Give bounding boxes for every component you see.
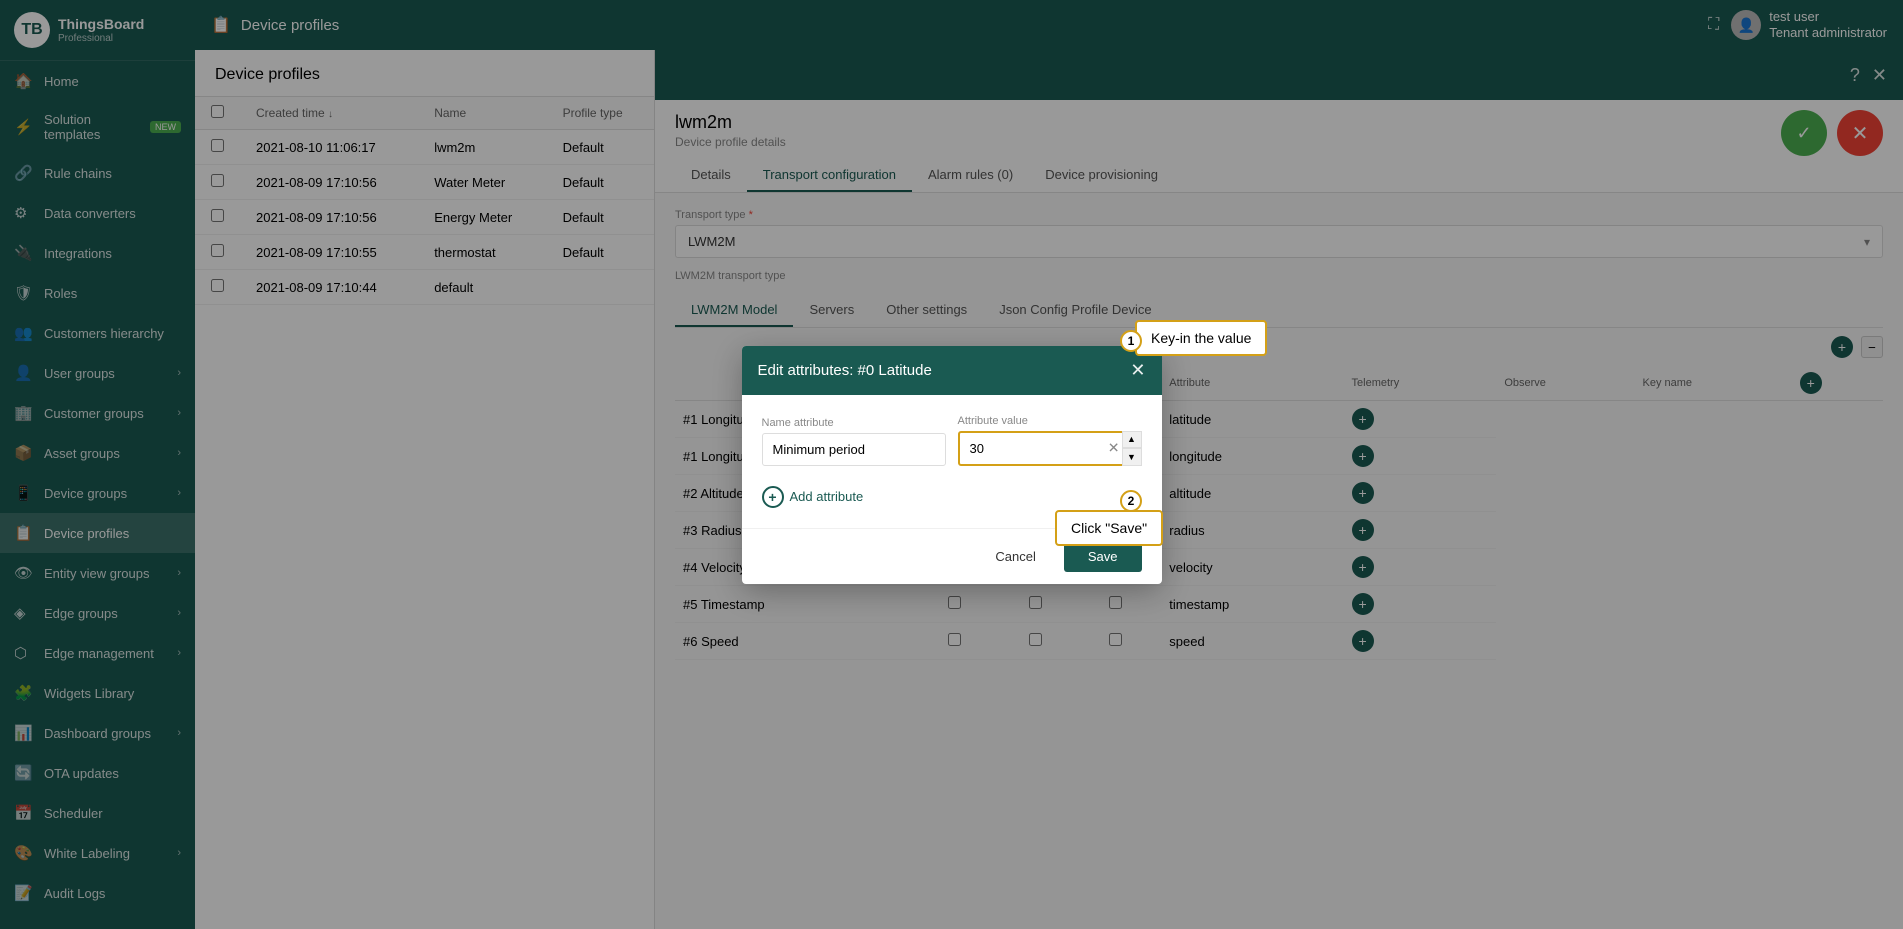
attribute-value-label: Attribute value [958,415,1142,427]
modal-body: Name attribute Minimum period Attribute … [742,395,1162,528]
spin-up-btn[interactable]: ▲ [1122,431,1142,449]
spin-down-btn[interactable]: ▼ [1122,448,1142,466]
edit-attributes-modal: Edit attributes: #0 Latitude ✕ Name attr… [742,346,1162,584]
name-attribute-field: Name attribute Minimum period [762,417,946,466]
callout-number-1: 1 [1120,330,1142,352]
callout-2-text: Click "Save" [1071,520,1147,536]
modal-overlay: Edit attributes: #0 Latitude ✕ Name attr… [0,0,1903,929]
clear-value-icon[interactable]: ✕ [1108,440,1120,457]
modal-header: Edit attributes: #0 Latitude ✕ [742,346,1162,395]
add-attribute-button[interactable]: + Add attribute [762,482,864,512]
callout-box-1: Key-in the value [1135,320,1267,356]
add-attribute-icon: + [762,486,784,508]
name-attribute-label: Name attribute [762,417,946,429]
modal-title: Edit attributes: #0 Latitude [758,362,932,379]
callout-box-2: Click "Save" [1055,510,1163,546]
modal-attribute-row: Name attribute Minimum period Attribute … [762,415,1142,466]
add-attribute-label: Add attribute [790,489,864,504]
spinners: ▲ ▼ [1122,431,1142,466]
callout-1-text: Key-in the value [1151,330,1251,346]
modal-close-icon[interactable]: ✕ [1130,360,1145,381]
modal-cancel-button[interactable]: Cancel [977,541,1053,572]
callout-number-2: 2 [1120,490,1142,512]
name-attribute-select[interactable]: Minimum period [762,433,946,466]
attribute-value-wrapper: Attribute value ✕ ▲ ▼ [958,415,1142,466]
